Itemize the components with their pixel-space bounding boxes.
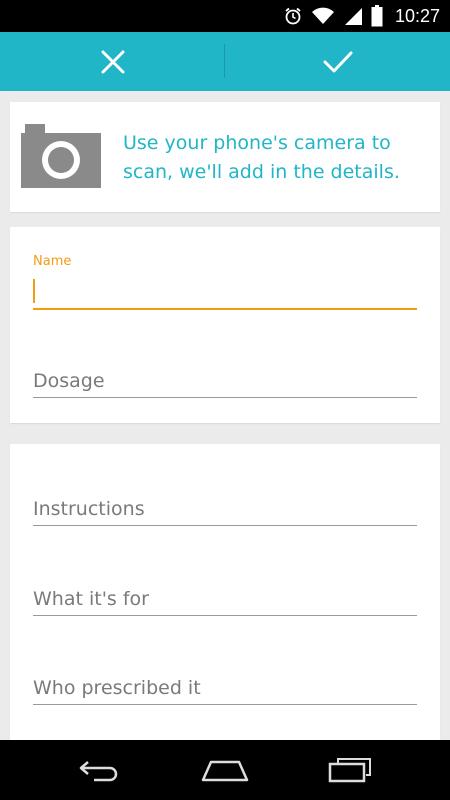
- instructions-field[interactable]: Instructions: [33, 486, 417, 526]
- purpose-placeholder: What it's for: [33, 588, 149, 610]
- purpose-underline: [33, 615, 417, 616]
- back-button[interactable]: [55, 740, 145, 800]
- prescriber-field[interactable]: Who prescribed it: [33, 665, 417, 705]
- recents-icon: [328, 758, 371, 783]
- close-icon: [101, 50, 124, 73]
- cancel-button[interactable]: [0, 32, 225, 91]
- battery-icon: [371, 5, 383, 27]
- status-time: 10:27: [394, 5, 440, 26]
- alarm-icon: [285, 7, 301, 25]
- prescriber-underline: [33, 704, 417, 705]
- action-toolbar: [0, 32, 450, 91]
- check-icon: [323, 51, 352, 72]
- back-icon: [79, 761, 118, 782]
- prescriber-placeholder: Who prescribed it: [33, 677, 201, 699]
- name-label: Name: [33, 254, 72, 269]
- purpose-field[interactable]: What it's for: [33, 576, 417, 616]
- signal-icon: [344, 8, 362, 25]
- system-nav-bar: [0, 740, 450, 800]
- status-bar: 10:27: [0, 0, 450, 32]
- dosage-placeholder: Dosage: [33, 370, 105, 392]
- wifi-icon: [311, 7, 334, 24]
- instructions-placeholder: Instructions: [33, 498, 145, 520]
- name-underline: [33, 308, 417, 310]
- dosage-underline: [33, 397, 417, 398]
- confirm-button[interactable]: [225, 32, 450, 91]
- scan-prompt: Use your phone's camera to scan, we'll a…: [123, 132, 400, 183]
- name-field[interactable]: Name: [33, 254, 417, 310]
- text-cursor: [33, 279, 35, 303]
- instructions-underline: [33, 525, 417, 526]
- home-icon: [201, 760, 249, 782]
- camera-icon: [21, 124, 101, 188]
- status-icons: 10:27: [283, 0, 440, 32]
- home-button[interactable]: [180, 740, 270, 800]
- recents-button[interactable]: [305, 740, 395, 800]
- dosage-field[interactable]: Dosage: [33, 358, 417, 398]
